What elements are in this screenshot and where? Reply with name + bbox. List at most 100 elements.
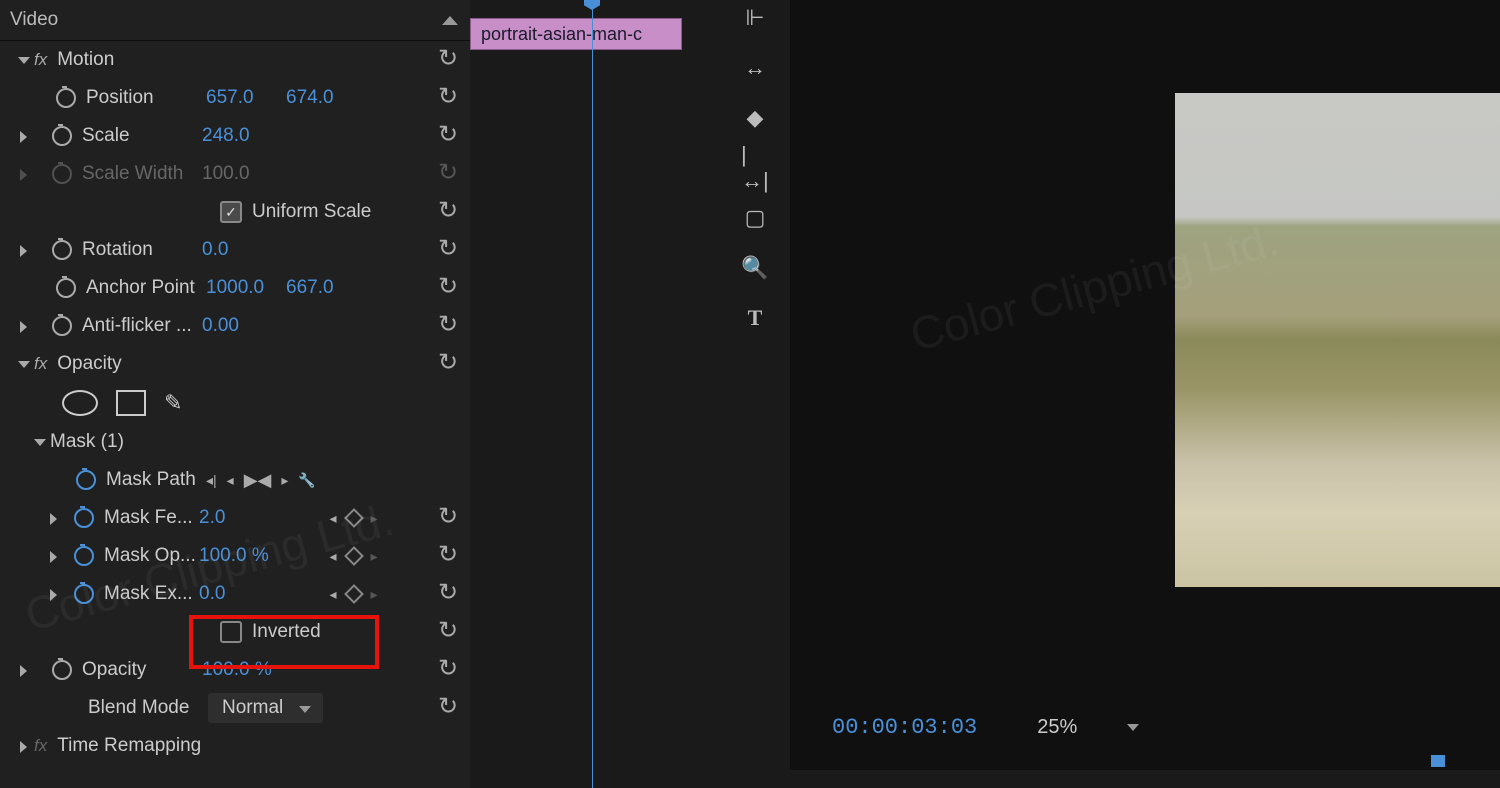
inverted-checkbox[interactable]	[220, 621, 242, 643]
mask-opacity-property: Mask Op... 100.0 % ◂ ▸	[0, 537, 470, 575]
antiflicker-value[interactable]: 0.00	[202, 315, 282, 337]
reset-icon[interactable]	[438, 660, 458, 680]
next-kf-icon[interactable]: ▸	[371, 586, 378, 603]
reset-icon[interactable]	[438, 50, 458, 70]
stopwatch-icon[interactable]	[52, 126, 72, 146]
fx-icon[interactable]: fx	[34, 736, 47, 756]
twirl-icon	[18, 169, 28, 179]
rectangle-icon[interactable]: ▢	[741, 204, 769, 232]
fx-icon[interactable]: fx	[34, 50, 47, 70]
motion-effect-header[interactable]: fx Motion	[0, 41, 470, 79]
reset-icon[interactable]	[438, 354, 458, 374]
prev-kf-icon[interactable]: ◂	[329, 548, 336, 565]
inverted-property: Inverted	[0, 613, 470, 651]
stopwatch-icon[interactable]	[56, 88, 76, 108]
slip-icon[interactable]: |↔|	[741, 154, 769, 182]
mask-path-label: Mask Path	[106, 469, 198, 491]
opacity-effect-header[interactable]: fx Opacity	[0, 345, 470, 383]
mask-expansion-value[interactable]: 0.0	[199, 583, 279, 605]
mask-feather-value[interactable]: 2.0	[199, 507, 279, 529]
twirl-icon[interactable]	[48, 551, 58, 561]
anchor-point-property: Anchor Point 1000.0 667.0	[0, 269, 470, 307]
reset-icon[interactable]	[438, 546, 458, 566]
reset-icon[interactable]	[438, 508, 458, 528]
twirl-icon[interactable]	[48, 513, 58, 523]
stopwatch-icon[interactable]	[74, 584, 94, 604]
next-kf-icon[interactable]: ▸	[371, 510, 378, 527]
type-icon[interactable]: T	[741, 304, 769, 332]
reset-icon[interactable]	[438, 316, 458, 336]
stopwatch-icon[interactable]	[76, 470, 96, 490]
position-x-value[interactable]: 657.0	[206, 87, 286, 109]
scrub-thumb[interactable]	[1431, 755, 1445, 767]
playhead[interactable]	[592, 0, 593, 788]
twirl-icon[interactable]	[18, 55, 28, 65]
twirl-icon[interactable]	[18, 359, 28, 369]
video-section-header[interactable]: Video	[0, 0, 470, 41]
twirl-icon[interactable]	[48, 589, 58, 599]
add-keyframe-icon[interactable]	[344, 508, 364, 528]
scrub-bar[interactable]	[810, 759, 1500, 767]
add-keyframe-icon[interactable]	[344, 584, 364, 604]
anchor-x-value[interactable]: 1000.0	[206, 277, 286, 299]
reset-icon[interactable]	[438, 240, 458, 260]
timecode-display[interactable]: 00:00:03:03	[832, 715, 977, 740]
scale-value[interactable]: 248.0	[202, 125, 282, 147]
ripple-icon[interactable]: ↔	[741, 54, 769, 82]
fx-icon[interactable]: fx	[34, 354, 47, 374]
blend-mode-dropdown[interactable]: Normal	[208, 693, 323, 723]
zoom-icon[interactable]: 🔍	[741, 254, 769, 282]
stopwatch-icon[interactable]	[52, 660, 72, 680]
snap-icon[interactable]: ⊩	[741, 4, 769, 32]
twirl-icon[interactable]	[18, 665, 28, 675]
add-keyframe-icon[interactable]	[344, 546, 364, 566]
rect-mask-icon[interactable]	[116, 390, 146, 416]
uniform-scale-checkbox[interactable]	[220, 201, 242, 223]
next-kf-icon[interactable]: ▸	[371, 548, 378, 565]
time-remapping-label: Time Remapping	[57, 735, 201, 757]
zoom-dropdown[interactable]: 25%	[1037, 716, 1139, 739]
stopwatch-icon[interactable]	[52, 316, 72, 336]
preview-frame[interactable]	[1175, 93, 1500, 587]
scale-label: Scale	[82, 125, 202, 147]
collapse-arrow-icon[interactable]	[442, 16, 458, 25]
reset-icon[interactable]	[438, 202, 458, 222]
prev-kf-icon[interactable]: ◂	[329, 586, 336, 603]
mask-header[interactable]: Mask (1)	[0, 423, 470, 461]
stopwatch-icon[interactable]	[74, 546, 94, 566]
reset-icon[interactable]	[438, 622, 458, 642]
twirl-icon[interactable]	[18, 131, 28, 141]
reset-icon[interactable]	[438, 278, 458, 298]
wrench-icon[interactable]: 🔧	[298, 472, 315, 489]
stopwatch-icon[interactable]	[56, 278, 76, 298]
rotation-value[interactable]: 0.0	[202, 239, 282, 261]
scale-property: Scale 248.0	[0, 117, 470, 155]
time-remapping-header[interactable]: fx Time Remapping	[0, 727, 470, 765]
stopwatch-icon[interactable]	[74, 508, 94, 528]
prev-keyframe-icon[interactable]: ◂|	[206, 472, 217, 489]
ellipse-mask-icon[interactable]	[62, 390, 98, 416]
anchor-y-value[interactable]: 667.0	[286, 277, 366, 299]
mask-title: Mask (1)	[50, 431, 124, 453]
prev-frame-icon[interactable]: ◂	[227, 472, 234, 489]
clip-bar[interactable]: portrait-asian-man-c	[470, 18, 682, 50]
prev-kf-icon[interactable]: ◂	[329, 510, 336, 527]
reset-icon[interactable]	[438, 126, 458, 146]
twirl-icon[interactable]	[18, 741, 28, 751]
reset-icon[interactable]	[438, 584, 458, 604]
pen-mask-icon[interactable]: ✎	[164, 390, 182, 416]
next-frame-icon[interactable]: ▸	[281, 472, 288, 489]
twirl-icon[interactable]	[18, 321, 28, 331]
position-y-value[interactable]: 674.0	[286, 87, 366, 109]
effect-timeline[interactable]: portrait-asian-man-c	[470, 0, 730, 788]
razor-icon[interactable]: ◆	[741, 104, 769, 132]
mask-expansion-label: Mask Ex...	[104, 583, 199, 605]
play-icon[interactable]: ▶◀	[244, 470, 272, 491]
mask-opacity-value[interactable]: 100.0 %	[199, 545, 279, 567]
reset-icon[interactable]	[438, 88, 458, 108]
twirl-icon[interactable]	[34, 437, 44, 447]
stopwatch-icon[interactable]	[52, 240, 72, 260]
opacity-value[interactable]: 100.0 %	[202, 659, 282, 681]
reset-icon[interactable]	[438, 698, 458, 718]
twirl-icon[interactable]	[18, 245, 28, 255]
